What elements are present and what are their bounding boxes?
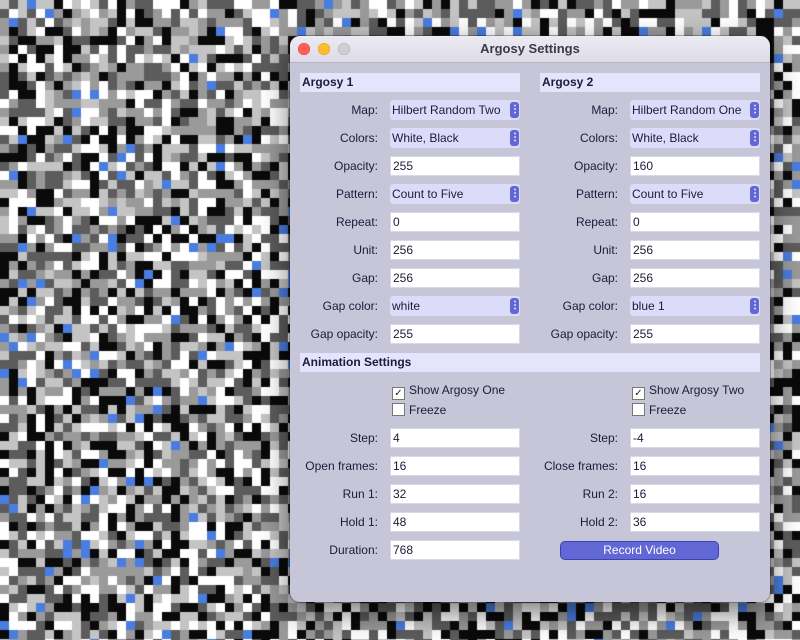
- argosy-2-map-value: Hilbert Random One: [632, 103, 742, 117]
- gap-opacity-label: Gap opacity:: [310, 327, 378, 341]
- show-argosy-one-label: Show Argosy One: [409, 383, 506, 397]
- up-down-chevron-icon: ⋮: [510, 130, 520, 146]
- up-down-chevron-icon: ⋮: [510, 102, 520, 118]
- up-down-chevron-icon: ⋮: [510, 186, 520, 202]
- gap-color-label: Gap color:: [562, 299, 618, 313]
- argosy-2-gap-color-value: blue 1: [632, 299, 665, 313]
- repeat-label: Repeat:: [335, 215, 378, 229]
- gap-color-label: Gap color:: [322, 299, 378, 313]
- duration-field[interactable]: [390, 540, 520, 560]
- argosy-2-colors-value: White, Black: [632, 131, 699, 145]
- unit-label: Unit:: [353, 243, 378, 257]
- argosy-1-map-value: Hilbert Random Two: [392, 103, 501, 117]
- step-2-label: Step:: [589, 431, 618, 445]
- argosy-1-repeat-field[interactable]: [390, 212, 520, 232]
- freeze-1-label: Freeze: [409, 403, 447, 417]
- map-label: Map:: [351, 103, 378, 117]
- show-argosy-two-checkbox[interactable]: ✓ Show Argosy Two: [632, 382, 745, 400]
- hold-2-field[interactable]: [630, 512, 760, 532]
- hold-1-field[interactable]: [390, 512, 520, 532]
- duration-label: Duration:: [329, 543, 378, 557]
- up-down-chevron-icon: ⋮: [750, 130, 760, 146]
- argosy-1-heading: Argosy 1: [300, 73, 520, 92]
- argosy-1-pattern-select[interactable]: Count to Five ⋮: [390, 184, 520, 204]
- argosy-2-colors-select[interactable]: White, Black ⋮: [630, 128, 760, 148]
- gap-label: Gap:: [591, 271, 618, 285]
- argosy-1-unit-field[interactable]: [390, 240, 520, 260]
- run-2-label: Run 2:: [582, 487, 618, 501]
- opacity-label: Opacity:: [333, 159, 378, 173]
- freeze-1-checkbox[interactable]: Freeze: [392, 402, 446, 418]
- argosy-1-gap-opacity-field[interactable]: [390, 324, 520, 344]
- show-argosy-two-label: Show Argosy Two: [649, 383, 745, 397]
- argosy-2-map-select[interactable]: Hilbert Random One ⋮: [630, 100, 760, 120]
- opacity-label: Opacity:: [573, 159, 618, 173]
- checkmark-icon: ✓: [632, 387, 645, 400]
- step-2-field[interactable]: [630, 428, 760, 448]
- run-1-label: Run 1:: [342, 487, 378, 501]
- up-down-chevron-icon: ⋮: [510, 298, 520, 314]
- repeat-label: Repeat:: [575, 215, 618, 229]
- up-down-chevron-icon: ⋮: [750, 102, 760, 118]
- close-frames-label: Close frames:: [543, 459, 618, 473]
- argosy-2-unit-field[interactable]: [630, 240, 760, 260]
- argosy-2-opacity-field[interactable]: [630, 156, 760, 176]
- argosy-2-heading: Argosy 2: [540, 73, 760, 92]
- colors-label: Colors:: [339, 131, 378, 145]
- unchecked-box: [632, 403, 645, 416]
- open-frames-field[interactable]: [390, 456, 520, 476]
- argosy-1-gap-color-value: white: [392, 299, 421, 313]
- hold-1-label: Hold 1:: [339, 515, 378, 529]
- freeze-2-checkbox[interactable]: Freeze: [632, 402, 686, 418]
- argosy-2-repeat-field[interactable]: [630, 212, 760, 232]
- close-frames-field[interactable]: [630, 456, 760, 476]
- argosy-2-gap-opacity-field[interactable]: [630, 324, 760, 344]
- argosy-2-gap-field[interactable]: [630, 268, 760, 288]
- unchecked-box: [392, 403, 405, 416]
- run-1-field[interactable]: [390, 484, 520, 504]
- argosy-1-colors-value: White, Black: [392, 131, 459, 145]
- step-1-label: Step:: [349, 431, 378, 445]
- checkmark-icon: ✓: [392, 387, 405, 400]
- unit-label: Unit:: [593, 243, 618, 257]
- window-title: Argosy Settings: [480, 41, 580, 56]
- argosy-1-opacity-field[interactable]: [390, 156, 520, 176]
- argosy-2-pattern-value: Count to Five: [632, 187, 704, 201]
- open-frames-label: Open frames:: [305, 459, 378, 473]
- argosy-1-colors-select[interactable]: White, Black ⋮: [390, 128, 520, 148]
- argosy-1-gap-color-select[interactable]: white ⋮: [390, 296, 520, 316]
- gap-label: Gap:: [351, 271, 378, 285]
- run-2-field[interactable]: [630, 484, 760, 504]
- animation-settings-heading: Animation Settings: [300, 353, 760, 372]
- argosy-2-gap-color-select[interactable]: blue 1 ⋮: [630, 296, 760, 316]
- settings-window: Argosy Settings Argosy 1 Argosy 2 Map: H…: [290, 36, 770, 602]
- gap-opacity-label: Gap opacity:: [550, 327, 618, 341]
- record-video-button[interactable]: Record Video: [560, 541, 719, 560]
- argosy-1-map-select[interactable]: Hilbert Random Two ⋮: [390, 100, 520, 120]
- freeze-2-label: Freeze: [649, 403, 687, 417]
- up-down-chevron-icon: ⋮: [750, 298, 760, 314]
- map-label: Map:: [591, 103, 618, 117]
- pattern-label: Pattern:: [575, 187, 618, 201]
- hold-2-label: Hold 2:: [579, 515, 618, 529]
- show-argosy-one-checkbox[interactable]: ✓ Show Argosy One: [392, 382, 506, 400]
- argosy-1-gap-field[interactable]: [390, 268, 520, 288]
- argosy-2-pattern-select[interactable]: Count to Five ⋮: [630, 184, 760, 204]
- colors-label: Colors:: [579, 131, 618, 145]
- argosy-1-pattern-value: Count to Five: [392, 187, 464, 201]
- pattern-label: Pattern:: [335, 187, 378, 201]
- up-down-chevron-icon: ⋮: [750, 186, 760, 202]
- step-1-field[interactable]: [390, 428, 520, 448]
- title-bar[interactable]: Argosy Settings: [290, 36, 770, 63]
